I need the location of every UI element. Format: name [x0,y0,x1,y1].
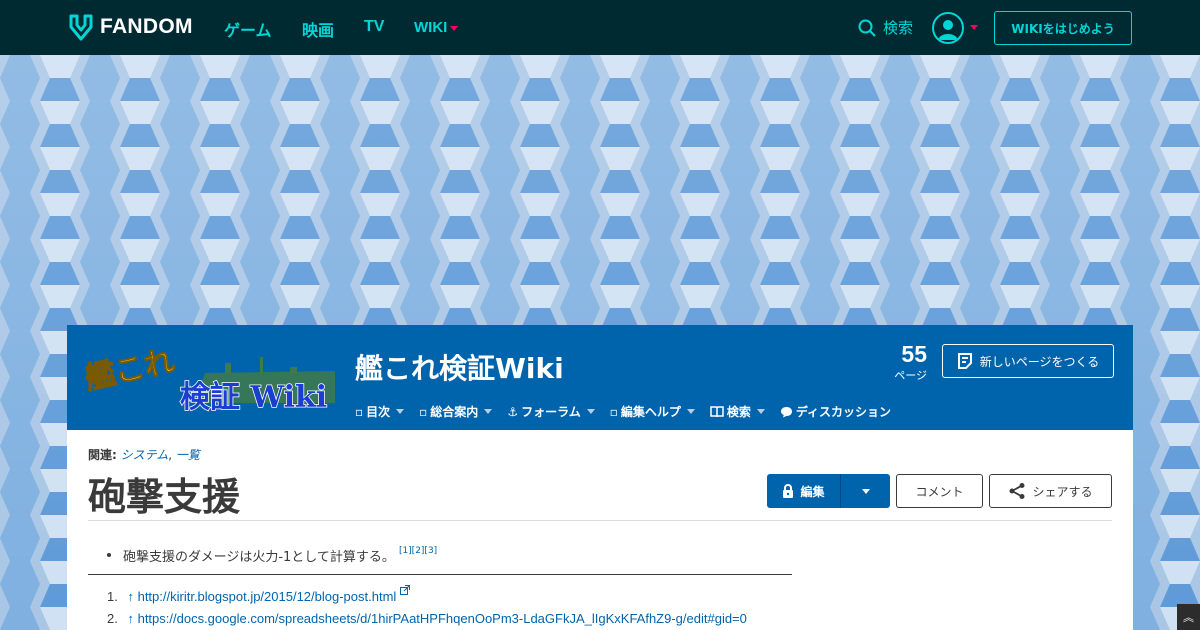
header-divider [88,520,1112,521]
info-icon: ▫ [419,404,428,419]
book-icon [710,405,724,418]
comment-button[interactable]: コメント [896,474,983,508]
edit-dropdown-button[interactable] [841,474,890,508]
related-categories: 関連: システム, 一覧 [88,448,200,462]
related-link-list[interactable]: 一覧 [176,448,200,462]
local-nav-label: 総合案内 [430,405,479,419]
page-counter: 55 ページ [887,341,927,383]
page-count-number: 55 [901,341,927,367]
nav-wiki-dropdown[interactable]: WIKI [414,19,459,36]
share-icon [1009,483,1025,499]
edit-label: 編集 [800,484,825,499]
community-header: 艦これ 検証 Wiki 艦これ検証Wiki 55 ページ 新しいページをつくる … [67,325,1133,430]
chevron-down-icon [586,409,595,414]
reference-url[interactable]: http://kiritr.blogspot.jp/2015/12/blog-p… [138,589,397,604]
local-nav-search[interactable]: 検索 [710,403,765,420]
reference-backlink[interactable]: ↑ [127,589,134,604]
local-nav-discussions[interactable]: ディスカッション [780,403,891,420]
nav-movies[interactable]: 映画 [302,17,334,41]
avatar[interactable] [932,12,964,44]
fandom-logo[interactable]: FANDOM [67,13,193,41]
edit-button-group: 編集 [767,474,890,508]
fandom-heart-icon [69,14,93,41]
chevron-down-icon [396,409,405,414]
wiki-wordmark-logo[interactable]: 艦これ 検証 Wiki [85,343,335,413]
search-icon [858,19,876,37]
new-page-icon [957,353,972,369]
reference-item: 1. ↑ http://kiritr.blogspot.jp/2015/12/b… [107,585,410,604]
new-page-button[interactable]: 新しいページをつくる [942,344,1114,378]
new-page-label: 新しいページをつくる [979,354,1100,369]
bullet-dot [107,553,111,557]
search-label: 検索 [883,19,914,37]
page-count-label: ページ [894,369,927,382]
nav-tv[interactable]: TV [364,18,384,36]
community-name[interactable]: 艦これ検証Wiki [355,347,564,387]
global-search-button[interactable]: 検索 [858,17,913,38]
share-button[interactable]: シェアする [989,474,1112,508]
start-wiki-button[interactable]: WIKIをはじめよう [994,11,1132,45]
share-label: シェアする [1032,484,1093,499]
local-nav-label: フォーラム [521,405,581,419]
local-nav-label: 目次 [366,405,391,419]
chevron-down-icon [484,409,493,414]
user-menu-chevron-icon[interactable] [970,25,978,30]
list-icon: ▫ [355,404,364,419]
user-icon [938,20,958,40]
fandom-wordmark: FANDOM [100,15,193,38]
article-content: 関連: システム, 一覧 砲撃支援 編集 コメント シェアする 砲撃支援のダメー… [67,430,1133,630]
reference-number: 2. [107,611,118,626]
nav-wiki-label: WIKI [414,19,448,36]
reference-item: 2. ↑ https://docs.google.com/spreadsheet… [107,611,747,626]
related-label: 関連: [88,448,117,462]
local-nav: ▫ 目次 ▫ 総合案内 ⚓︎ フォーラム ▫ 編集ヘルプ 検索 ディスカッション [355,403,906,420]
page-title: 砲撃支援 [88,474,241,519]
scroll-to-top-button[interactable]: ︽ [1177,604,1200,630]
chevron-down-icon [450,25,459,31]
chevron-down-icon [756,409,765,414]
references-divider [88,574,792,575]
external-link-icon [399,585,410,595]
nav-games[interactable]: ゲーム [224,17,272,41]
local-nav-edit-help[interactable]: ▫ 編集ヘルプ [610,403,695,420]
bullet-text: 砲撃支援のダメージは火力-1として計算する。 [123,550,395,565]
citation-links[interactable]: [1][2][3] [399,546,437,565]
local-nav-guide[interactable]: ▫ 総合案内 [419,403,493,420]
reference-backlink[interactable]: ↑ [127,611,134,626]
chevron-up-icon: ︽ [1183,611,1194,624]
edit-button[interactable]: 編集 [767,474,841,508]
global-nav: FANDOM ゲーム 映画 TV WIKI 検索 WIKIをはじめよう [0,0,1200,55]
help-icon: ▫ [609,404,618,419]
local-nav-forum[interactable]: ⚓︎ フォーラム [507,403,595,420]
anchor-icon: ⚓︎ [507,404,519,419]
chevron-down-icon [686,409,695,414]
reference-number: 1. [107,589,118,604]
local-nav-label: ディスカッション [795,405,892,419]
local-nav-label: 検索 [726,405,751,419]
list-item: 砲撃支援のダメージは火力-1として計算する。 [1][2][3] [107,546,437,565]
bubble-icon [780,406,793,418]
local-nav-toc[interactable]: ▫ 目次 [355,403,405,420]
local-nav-label: 編集ヘルプ [620,405,681,419]
lock-icon [783,484,794,498]
reference-url[interactable]: https://docs.google.com/spreadsheets/d/1… [138,611,747,626]
related-link-system[interactable]: システム [121,448,169,462]
wordmark-line-2: 検証 Wiki [180,380,327,413]
chevron-down-icon [861,488,870,494]
